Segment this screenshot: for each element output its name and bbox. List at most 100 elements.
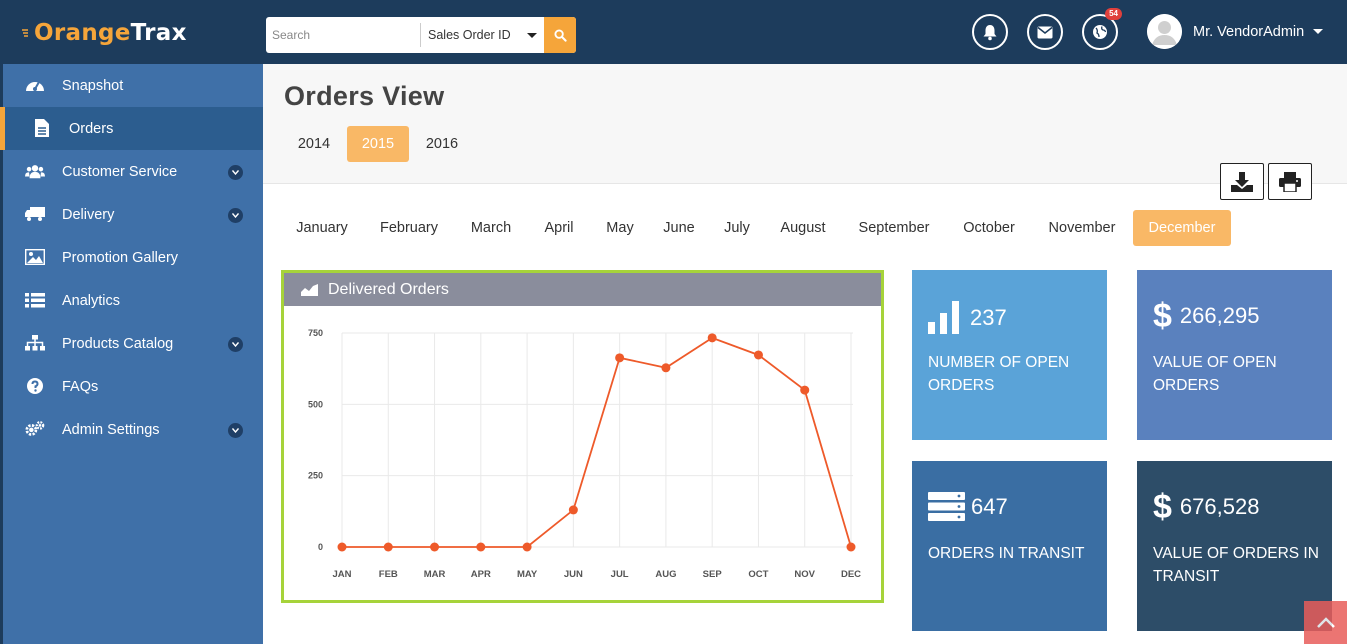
sidebar-item-snapshot[interactable]: Snapshot: [3, 64, 263, 107]
year-tab-2015[interactable]: 2015: [347, 126, 409, 162]
stat-value: 237: [970, 304, 1007, 330]
sidebar-item-label: Customer Service: [62, 163, 178, 180]
sidebar-item-label: Products Catalog: [62, 335, 174, 352]
sidebar: Snapshot Orders Customer Service Deliver…: [0, 64, 263, 644]
sidebar-item-admin-settings[interactable]: Admin Settings: [3, 408, 263, 451]
stat-orders-in-transit[interactable]: 647 ORDERS IN TRANSIT: [912, 461, 1107, 631]
month-tab-november[interactable]: November: [1039, 210, 1125, 246]
data-point: [476, 542, 486, 552]
search-button[interactable]: [544, 17, 576, 53]
data-point: [430, 542, 440, 552]
month-tab-may[interactable]: May: [598, 210, 642, 246]
sidebar-item-delivery[interactable]: Delivery: [3, 193, 263, 236]
month-tab-april[interactable]: April: [535, 210, 583, 246]
print-button[interactable]: [1268, 163, 1312, 200]
area-chart-icon: [301, 283, 318, 296]
caret-down-icon: [1313, 29, 1324, 34]
chevron-down-icon[interactable]: [228, 337, 243, 352]
month-tab-september[interactable]: September: [848, 210, 940, 246]
globe-notifications-button[interactable]: 54: [1082, 8, 1122, 50]
sidebar-item-analytics[interactable]: Analytics: [3, 279, 263, 322]
chevron-down-icon[interactable]: [228, 165, 243, 180]
x-tick-label: JAN: [332, 569, 351, 580]
sidebar-item-label: Delivery: [62, 206, 115, 223]
month-tab-june[interactable]: June: [657, 210, 701, 246]
notification-badge: 54: [1105, 8, 1122, 20]
sidebar-item-label: Orders: [69, 120, 114, 137]
data-point: [661, 363, 671, 373]
sidebar-item-orders[interactable]: Orders: [0, 107, 263, 150]
x-tick-label: MAR: [424, 569, 446, 580]
panel-header: Delivered Orders: [284, 273, 881, 306]
stat-value-orders-in-transit[interactable]: $ 676,528 VALUE OF ORDERS IN TRANSIT: [1137, 461, 1332, 631]
month-tab-august[interactable]: August: [772, 210, 834, 246]
data-point: [383, 542, 393, 552]
month-tab-january[interactable]: January: [288, 210, 356, 246]
delivered-orders-panel: Delivered Orders 0 250 500 750 JAN FEB MAR APR M…: [281, 270, 884, 603]
user-avatar-icon: [1147, 14, 1182, 49]
truck-icon: [25, 205, 45, 223]
stat-value: 647: [971, 493, 1008, 519]
x-tick-label: DEC: [841, 569, 861, 580]
chevron-down-icon[interactable]: [228, 423, 243, 438]
dollar-icon: $: [1153, 488, 1172, 526]
download-button[interactable]: [1220, 163, 1264, 200]
top-navbar: OrangeTrax Sales Order ID: [0, 0, 1347, 64]
x-tick-label: AUG: [655, 569, 676, 580]
sidebar-item-customer-service[interactable]: Customer Service: [3, 150, 263, 193]
year-tab-2016[interactable]: 2016: [413, 126, 471, 162]
search-bar: Sales Order ID: [266, 17, 576, 53]
notifications-button[interactable]: [972, 14, 1008, 50]
y-tick-label: 0: [318, 542, 323, 552]
caret-down-icon: [527, 33, 537, 38]
sidebar-item-label: Admin Settings: [62, 421, 160, 438]
sidebar-item-label: Promotion Gallery: [62, 249, 179, 266]
envelope-icon: [1037, 26, 1053, 38]
sidebar-item-label: Snapshot: [62, 77, 124, 94]
data-point: [707, 333, 717, 343]
picture-icon: [25, 248, 45, 266]
sitemap-icon: [25, 334, 45, 352]
search-input[interactable]: [266, 17, 420, 53]
bell-icon: [983, 24, 997, 40]
orangetrax-logo[interactable]: OrangeTrax: [22, 18, 187, 48]
list-icon: [25, 291, 45, 309]
user-menu[interactable]: Mr. VendorAdmin: [1147, 14, 1324, 49]
data-point: [568, 505, 578, 515]
year-tab-2014[interactable]: 2014: [285, 126, 343, 162]
stat-value-open-orders[interactable]: $ 266,295 VALUE OF OPEN ORDERS: [1137, 270, 1332, 440]
stat-label-line2: ORDERS: [1153, 377, 1220, 394]
scroll-to-top-button[interactable]: [1304, 601, 1347, 644]
stat-label-line2: ORDERS: [928, 377, 995, 394]
messages-button[interactable]: [1027, 14, 1063, 50]
stat-label-line2: TRANSIT: [1153, 568, 1220, 585]
sidebar-item-products-catalog[interactable]: Products Catalog: [3, 322, 263, 365]
server-icon: [928, 492, 965, 521]
x-tick-label: MAY: [517, 569, 538, 580]
x-tick-label: OCT: [748, 569, 768, 580]
sidebar-item-label: Analytics: [62, 292, 121, 309]
month-tab-march[interactable]: March: [462, 210, 520, 246]
month-tab-february[interactable]: February: [370, 210, 448, 246]
dollar-icon: $: [1153, 297, 1172, 335]
series-line: [342, 336, 852, 548]
document-icon: [32, 119, 52, 137]
sidebar-item-faqs[interactable]: FAQs: [3, 365, 263, 408]
chevron-down-icon[interactable]: [228, 208, 243, 223]
data-point: [846, 542, 856, 552]
x-tick-label: NOV: [794, 569, 815, 580]
stat-open-orders[interactable]: 237 NUMBER OF OPEN ORDERS: [912, 270, 1107, 440]
search-field-select[interactable]: Sales Order ID: [421, 17, 545, 53]
stat-value: 266,295: [1179, 303, 1260, 328]
month-tab-october[interactable]: October: [954, 210, 1024, 246]
month-tab-july[interactable]: July: [717, 210, 757, 246]
month-tab-december[interactable]: December: [1133, 210, 1231, 246]
search-icon: [553, 28, 567, 42]
x-tick-label: APR: [471, 569, 491, 580]
data-point: [337, 542, 347, 552]
stat-label-line1: VALUE OF OPEN: [1153, 354, 1277, 371]
sidebar-item-promotion-gallery[interactable]: Promotion Gallery: [3, 236, 263, 279]
x-tick-label: JUN: [564, 569, 583, 580]
print-icon: [1279, 171, 1301, 192]
x-tick-label: JUL: [611, 569, 629, 580]
